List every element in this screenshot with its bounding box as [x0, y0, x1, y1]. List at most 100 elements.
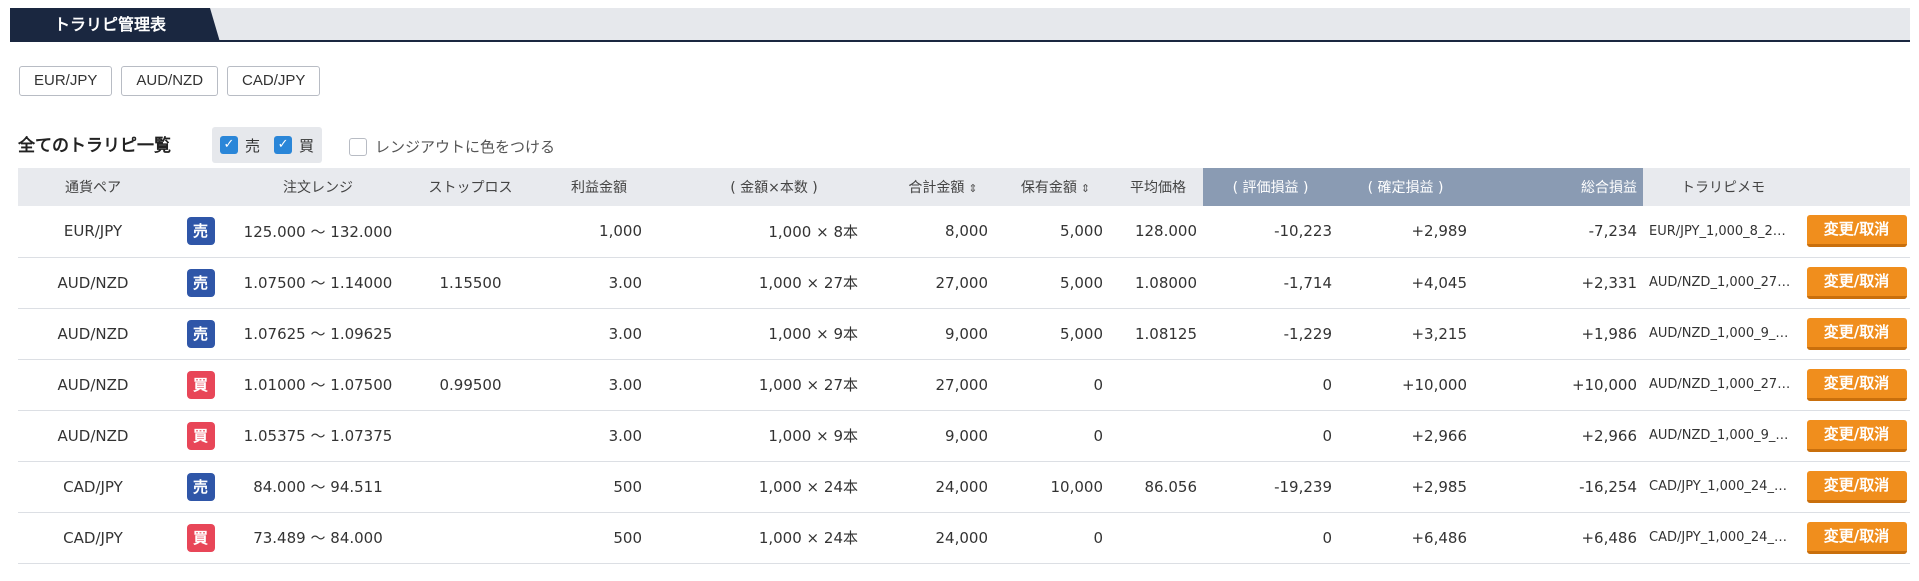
cell-avg-price: 1.08000 — [1113, 257, 1203, 309]
cell-pair: AUD/NZD — [18, 308, 168, 360]
cell-memo: CAD/JPY_1,000_24_… — [1643, 512, 1803, 564]
unit-amount: 1,000 — [758, 478, 802, 496]
cell-total-amount: 9,000 — [888, 308, 998, 360]
range-low: 1.05375 — [243, 427, 306, 445]
unit-amount: 1,000 — [768, 325, 812, 343]
order-count: 27本 — [823, 274, 858, 292]
col-memo: トラリピメモ — [1643, 168, 1803, 206]
cell-holding-amount: 0 — [998, 512, 1113, 564]
times-sign: × — [816, 222, 829, 241]
cell-holding-amount: 5,000 — [998, 257, 1113, 309]
cell-memo: EUR/JPY_1,000_8_2… — [1643, 206, 1803, 258]
cell-total-amount: 27,000 — [888, 359, 998, 411]
checkbox-checked-icon[interactable]: ✓ — [274, 136, 293, 154]
cell-realized-pl: +2,966 — [1338, 410, 1473, 462]
checkbox-unchecked-icon[interactable] — [349, 137, 367, 156]
sort-icon[interactable]: ⇕ — [1081, 182, 1090, 195]
trap-repeat-table: 通貨ペア 注文レンジ ストップロス 利益金額 ( 金額×本数 ) 合計金額 ⇕ 保… — [18, 168, 1910, 564]
side-badge: 売 — [186, 268, 215, 297]
cell-total-pl: +2,966 — [1473, 410, 1643, 462]
cell-order-range: 1.01000 〜 1.07500 — [233, 359, 403, 411]
modify-cancel-button[interactable]: 変更/取消 — [1806, 317, 1907, 350]
cell-amount-count: 1,000 × 27本 — [660, 257, 888, 309]
cell-stop-loss — [403, 410, 538, 462]
cell-unrealized-pl: 0 — [1203, 512, 1338, 564]
range-high: 84.000 — [330, 529, 383, 547]
order-count: 24本 — [823, 529, 858, 547]
range-high: 94.511 — [330, 478, 383, 496]
cell-stop-loss — [403, 206, 538, 258]
modify-cancel-button[interactable]: 変更/取消 — [1806, 470, 1907, 503]
filter-buy[interactable]: ✓ 買 — [274, 135, 314, 156]
cell-profit: 3.00 — [538, 410, 660, 462]
cell-amount-count: 1,000 × 24本 — [660, 512, 888, 564]
filter-sell[interactable]: ✓ 売 — [220, 135, 260, 156]
modify-cancel-button[interactable]: 変更/取消 — [1806, 368, 1907, 401]
pair-button-cadjpy[interactable]: CAD/JPY — [227, 66, 321, 96]
cell-total-amount: 27,000 — [888, 257, 998, 309]
order-count: 27本 — [823, 376, 858, 394]
cell-action: 変更/取消 — [1803, 512, 1910, 564]
col-profit-amount: 利益金額 — [538, 168, 660, 206]
cell-profit: 500 — [538, 512, 660, 564]
side-badge: 買 — [186, 370, 215, 399]
table-row: CAD/JPY 買 73.489 〜 84.000 500 1,000 × 24… — [18, 512, 1910, 564]
col-total-amount[interactable]: 合計金額 ⇕ — [888, 168, 998, 206]
cell-avg-price: 128.000 — [1113, 206, 1203, 258]
range-high: 1.07500 — [330, 376, 393, 394]
range-separator: 〜 — [310, 529, 326, 547]
cell-order-range: 125.000 〜 132.000 — [233, 206, 403, 258]
cell-holding-amount: 0 — [998, 410, 1113, 462]
cell-unrealized-pl: -1,714 — [1203, 257, 1338, 309]
modify-cancel-button[interactable]: 変更/取消 — [1806, 419, 1907, 452]
cell-side: 売 — [168, 308, 233, 360]
cell-profit: 3.00 — [538, 257, 660, 309]
side-badge: 売 — [186, 319, 215, 348]
cell-stop-loss: 0.99500 — [403, 359, 538, 411]
cell-stop-loss — [403, 512, 538, 564]
table-header-row: 通貨ペア 注文レンジ ストップロス 利益金額 ( 金額×本数 ) 合計金額 ⇕ 保… — [18, 168, 1910, 206]
cell-stop-loss — [403, 308, 538, 360]
cell-side: 売 — [168, 461, 233, 513]
cell-order-range: 1.07500 〜 1.14000 — [233, 257, 403, 309]
cell-unrealized-pl: 0 — [1203, 410, 1338, 462]
pair-button-eurjpy[interactable]: EUR/JPY — [19, 66, 113, 96]
checkbox-checked-icon[interactable]: ✓ — [220, 136, 238, 154]
table-row: EUR/JPY 売 125.000 〜 132.000 1,000 1,000 … — [18, 206, 1910, 258]
cell-total-pl: -16,254 — [1473, 461, 1643, 513]
cell-side: 買 — [168, 359, 233, 411]
cell-memo: CAD/JPY_1,000_24_… — [1643, 461, 1803, 513]
cell-side: 買 — [168, 410, 233, 462]
cell-unrealized-pl: -19,239 — [1203, 461, 1338, 513]
range-separator: 〜 — [310, 478, 326, 496]
modify-cancel-button[interactable]: 変更/取消 — [1806, 521, 1907, 554]
cell-pair: AUD/NZD — [18, 257, 168, 309]
pair-button-audnzd[interactable]: AUD/NZD — [121, 66, 219, 96]
order-count: 9本 — [833, 427, 858, 445]
table-row: CAD/JPY 売 84.000 〜 94.511 500 1,000 × 24… — [18, 461, 1910, 513]
col-pair: 通貨ペア — [18, 168, 168, 206]
table-row: AUD/NZD 買 1.05375 〜 1.07375 3.00 1,000 ×… — [18, 410, 1910, 462]
cell-profit: 1,000 — [538, 206, 660, 258]
cell-order-range: 1.05375 〜 1.07375 — [233, 410, 403, 462]
sort-icon[interactable]: ⇕ — [968, 182, 977, 195]
page-title-tab[interactable]: トラリピ管理表 — [10, 8, 220, 42]
cell-stop-loss: 1.15500 — [403, 257, 538, 309]
cell-action: 変更/取消 — [1803, 359, 1910, 411]
range-out-filter[interactable]: レンジアウトに色をつける — [349, 136, 555, 157]
cell-total-amount: 9,000 — [888, 410, 998, 462]
cell-realized-pl: +3,215 — [1338, 308, 1473, 360]
cell-memo: AUD/NZD_1,000_27… — [1643, 257, 1803, 309]
col-total-pl: 総合損益 — [1473, 168, 1643, 206]
range-separator: 〜 — [310, 274, 326, 292]
cell-action: 変更/取消 — [1803, 257, 1910, 309]
side-filter-group: ✓ 売 ✓ 買 — [212, 127, 323, 163]
modify-cancel-button[interactable]: 変更/取消 — [1806, 266, 1907, 299]
cell-total-amount: 8,000 — [888, 206, 998, 258]
cell-avg-price — [1113, 359, 1203, 411]
cell-side: 買 — [168, 512, 233, 564]
cell-total-amount: 24,000 — [888, 512, 998, 564]
modify-cancel-button[interactable]: 変更/取消 — [1806, 215, 1907, 248]
col-holding-amount[interactable]: 保有金額 ⇕ — [998, 168, 1113, 206]
cell-memo: AUD/NZD_1,000_9_… — [1643, 308, 1803, 360]
